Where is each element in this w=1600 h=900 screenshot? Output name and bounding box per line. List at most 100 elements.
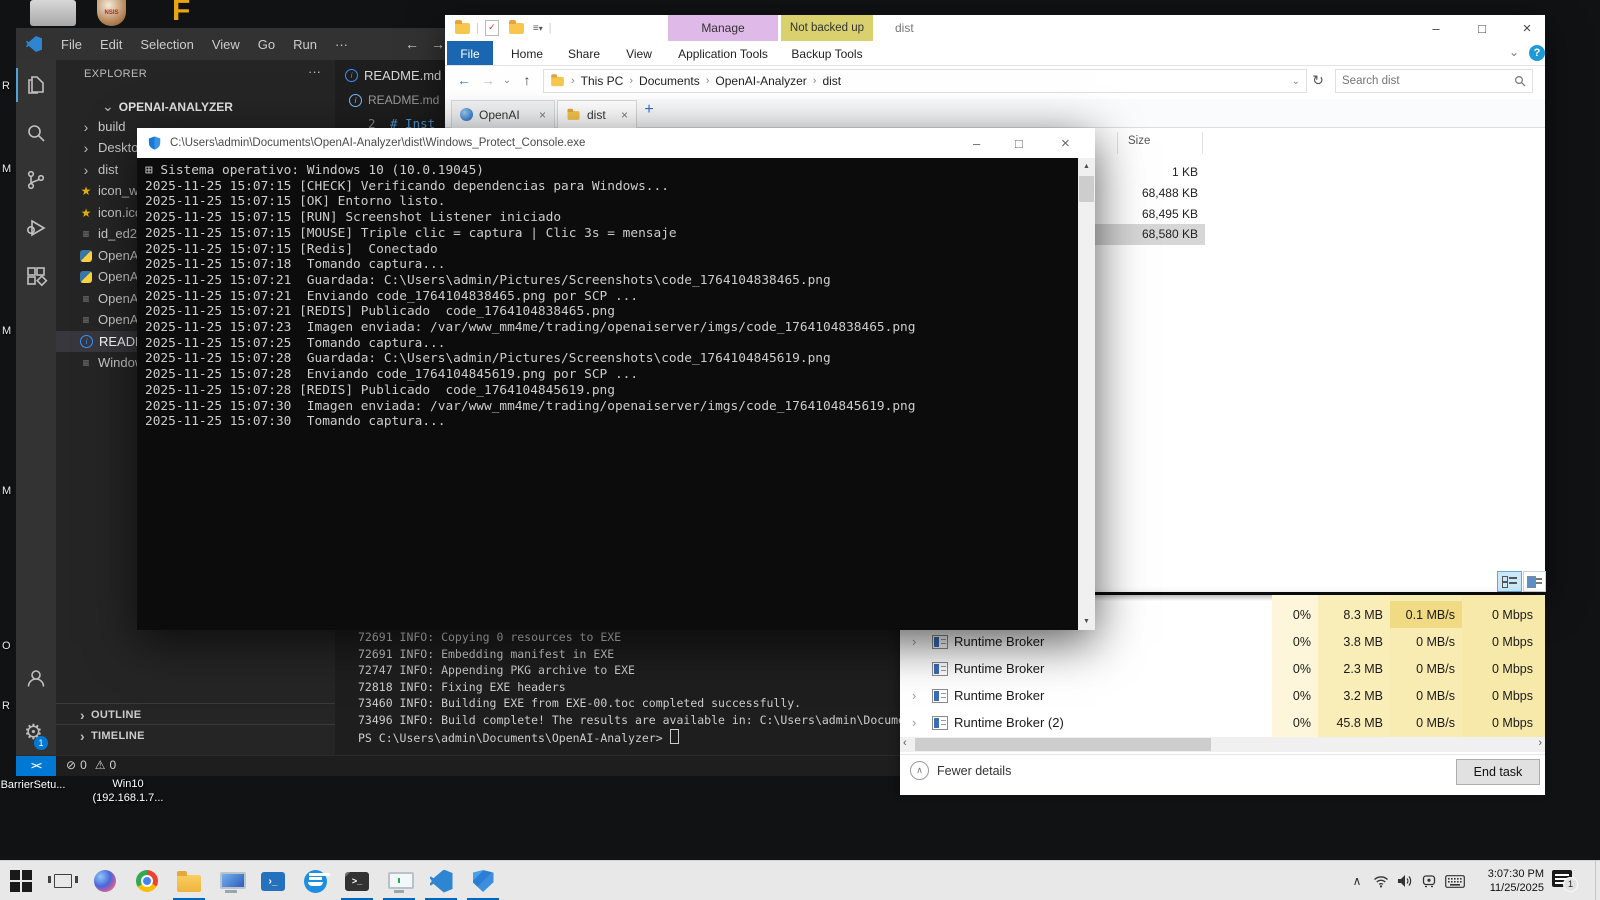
qat-folder-icon[interactable] bbox=[455, 23, 470, 34]
maximize-button[interactable]: □ bbox=[1015, 136, 1023, 151]
outline-section[interactable]: › OUTLINE bbox=[56, 703, 335, 725]
process-row[interactable]: › Runtime Broker 0% 3.8 MB 0 MB/s 0 Mbps bbox=[900, 628, 1545, 655]
file-size-cell[interactable]: 1 KB bbox=[1098, 165, 1198, 179]
ribbon-tab-home[interactable]: Home bbox=[503, 41, 551, 66]
minimize-button[interactable]: – bbox=[1418, 15, 1454, 41]
close-button[interactable]: × bbox=[1061, 135, 1070, 152]
explorer-view-icon[interactable] bbox=[24, 73, 48, 97]
error-count[interactable]: 0 bbox=[80, 758, 87, 772]
clock[interactable]: 3:07:30 PM 11/25/2025 bbox=[1472, 867, 1544, 895]
nav-forward-icon[interactable]: → bbox=[477, 66, 499, 94]
desktop-nsis-icon[interactable]: NSIS bbox=[97, 0, 126, 26]
address-bar[interactable]: › This PC › Documents › OpenAI-Analyzer … bbox=[543, 69, 1307, 93]
column-separator[interactable] bbox=[1117, 132, 1118, 154]
task-view-button[interactable] bbox=[42, 861, 84, 900]
sidebar-more-actions[interactable]: ··· bbox=[308, 64, 321, 79]
warning-count[interactable]: 0 bbox=[110, 758, 117, 772]
close-button[interactable]: × bbox=[1509, 15, 1545, 41]
menu-edit[interactable]: Edit bbox=[91, 37, 131, 52]
scroll-up-icon[interactable]: ▲ bbox=[1078, 158, 1095, 175]
vertical-scrollbar[interactable]: ▲ ▼ bbox=[1078, 158, 1095, 630]
maximize-button[interactable]: □ bbox=[1464, 15, 1500, 41]
remote-desktop-button[interactable] bbox=[210, 861, 252, 900]
crumb-this-pc[interactable]: This PC bbox=[575, 74, 630, 88]
qat-new-folder-icon[interactable] bbox=[509, 23, 524, 34]
copilot-button[interactable] bbox=[84, 861, 126, 900]
docker-button[interactable] bbox=[294, 861, 336, 900]
ribbon-tab-view[interactable]: View bbox=[617, 41, 661, 66]
action-center-button[interactable]: 1 bbox=[1552, 870, 1576, 890]
tab-readme[interactable]: i README.md bbox=[335, 60, 455, 90]
file-size-cell[interactable]: 68,580 KB bbox=[1098, 227, 1198, 241]
vscode-button[interactable] bbox=[420, 861, 462, 900]
process-row[interactable]: Runtime Broker 0% 2.3 MB 0 MB/s 0 Mbps bbox=[900, 655, 1545, 682]
details-view-button[interactable] bbox=[1497, 571, 1522, 592]
menu-go[interactable]: Go bbox=[249, 37, 284, 52]
scroll-down-icon[interactable]: ▼ bbox=[1078, 613, 1095, 630]
tab-dist[interactable]: dist × bbox=[557, 100, 637, 129]
powershell-button[interactable]: ›_ bbox=[252, 861, 294, 900]
ribbon-tab-file[interactable]: File bbox=[447, 41, 493, 66]
process-row[interactable]: › Runtime Broker 0% 3.2 MB 0 MB/s 0 Mbps bbox=[900, 682, 1545, 709]
search-input[interactable] bbox=[1336, 74, 1514, 88]
file-explorer-button[interactable] bbox=[168, 861, 210, 900]
menu-file[interactable]: File bbox=[52, 37, 91, 52]
chrome-button[interactable] bbox=[126, 861, 168, 900]
task-manager-button[interactable] bbox=[378, 861, 420, 900]
file-size-cell[interactable]: 68,488 KB bbox=[1098, 186, 1198, 200]
show-desktop-button[interactable] bbox=[1595, 861, 1600, 900]
source-control-icon[interactable] bbox=[24, 168, 48, 192]
horizontal-scrollbar[interactable]: ‹ › bbox=[900, 737, 1545, 752]
expand-chevron-icon[interactable]: › bbox=[912, 634, 916, 649]
remote-indicator[interactable]: >< bbox=[16, 756, 56, 776]
ribbon-tab-backup-tools[interactable]: Backup Tools bbox=[781, 41, 873, 66]
errors-icon[interactable]: ⊘ bbox=[66, 758, 76, 772]
tray-expand-icon[interactable]: ∧ bbox=[1346, 861, 1368, 900]
scrollbar-thumb[interactable] bbox=[915, 738, 1211, 751]
tree-root[interactable]: ⌄ OPENAI-ANALYZER bbox=[56, 96, 335, 117]
crumb-documents[interactable]: Documents bbox=[633, 74, 706, 88]
nav-up-icon[interactable]: ↑ bbox=[517, 66, 537, 94]
crumb-dist[interactable]: dist bbox=[816, 74, 847, 88]
search-icon[interactable] bbox=[24, 121, 48, 145]
console-output[interactable]: ⊞ Sistema operativo: Windows 10 (10.0.19… bbox=[137, 158, 1095, 630]
search-box[interactable] bbox=[1335, 69, 1533, 93]
menu-selection[interactable]: Selection bbox=[131, 37, 202, 52]
desktop-icon-label-win10[interactable]: Win10 bbox=[88, 778, 168, 790]
run-debug-icon[interactable] bbox=[24, 216, 48, 240]
end-task-button[interactable]: End task bbox=[1456, 759, 1540, 785]
nav-back-icon[interactable]: ← bbox=[453, 66, 475, 94]
camera-privacy-icon[interactable] bbox=[1418, 861, 1440, 900]
recent-locations-icon[interactable]: ⌄ bbox=[500, 66, 514, 94]
console-titlebar[interactable]: C:\Users\admin\Documents\OpenAI-Analyzer… bbox=[137, 128, 1095, 158]
crumb-openai-analyzer[interactable]: OpenAI-Analyzer bbox=[709, 74, 812, 88]
tab-close-icon[interactable]: × bbox=[621, 108, 628, 122]
fewer-details-button[interactable]: ∧ Fewer details bbox=[910, 761, 1011, 780]
timeline-section[interactable]: › TIMELINE bbox=[56, 724, 335, 746]
menu-view[interactable]: View bbox=[203, 37, 249, 52]
expand-chevron-icon[interactable]: › bbox=[912, 688, 916, 703]
touch-keyboard-icon[interactable] bbox=[1442, 861, 1468, 900]
nav-back-icon[interactable]: ← bbox=[399, 36, 425, 52]
desktop-gold-icon[interactable]: F bbox=[172, 0, 198, 26]
new-tab-button[interactable]: + bbox=[639, 101, 659, 125]
process-row[interactable]: › Runtime Broker (2) 0% 45.8 MB 0 MB/s 0… bbox=[900, 709, 1545, 736]
scroll-right-icon[interactable]: › bbox=[1538, 737, 1542, 749]
file-size-cell[interactable]: 68,495 KB bbox=[1098, 207, 1198, 221]
help-icon[interactable]: ? bbox=[1529, 45, 1545, 61]
terminal-button[interactable]: >_ bbox=[336, 861, 378, 900]
tab-close-icon[interactable]: × bbox=[539, 108, 546, 122]
qat-properties-icon[interactable]: ✓ bbox=[485, 20, 499, 36]
ribbon-collapse-icon[interactable]: ⌄ bbox=[1509, 45, 1519, 59]
ribbon-tab-application-tools[interactable]: Application Tools bbox=[668, 41, 778, 66]
scroll-left-icon[interactable]: ‹ bbox=[903, 737, 907, 749]
desktop-installer-icon[interactable] bbox=[30, 0, 76, 26]
wifi-icon[interactable] bbox=[1370, 861, 1392, 900]
volume-icon[interactable] bbox=[1394, 861, 1416, 900]
extensions-icon[interactable] bbox=[24, 264, 48, 288]
address-dropdown-icon[interactable]: ⌄ bbox=[1292, 76, 1300, 87]
defender-button[interactable] bbox=[462, 861, 504, 900]
qat-customize-icon[interactable]: ≡▾ bbox=[533, 23, 543, 34]
thumbnail-view-button[interactable] bbox=[1523, 571, 1546, 592]
menu-run[interactable]: Run bbox=[284, 37, 326, 52]
